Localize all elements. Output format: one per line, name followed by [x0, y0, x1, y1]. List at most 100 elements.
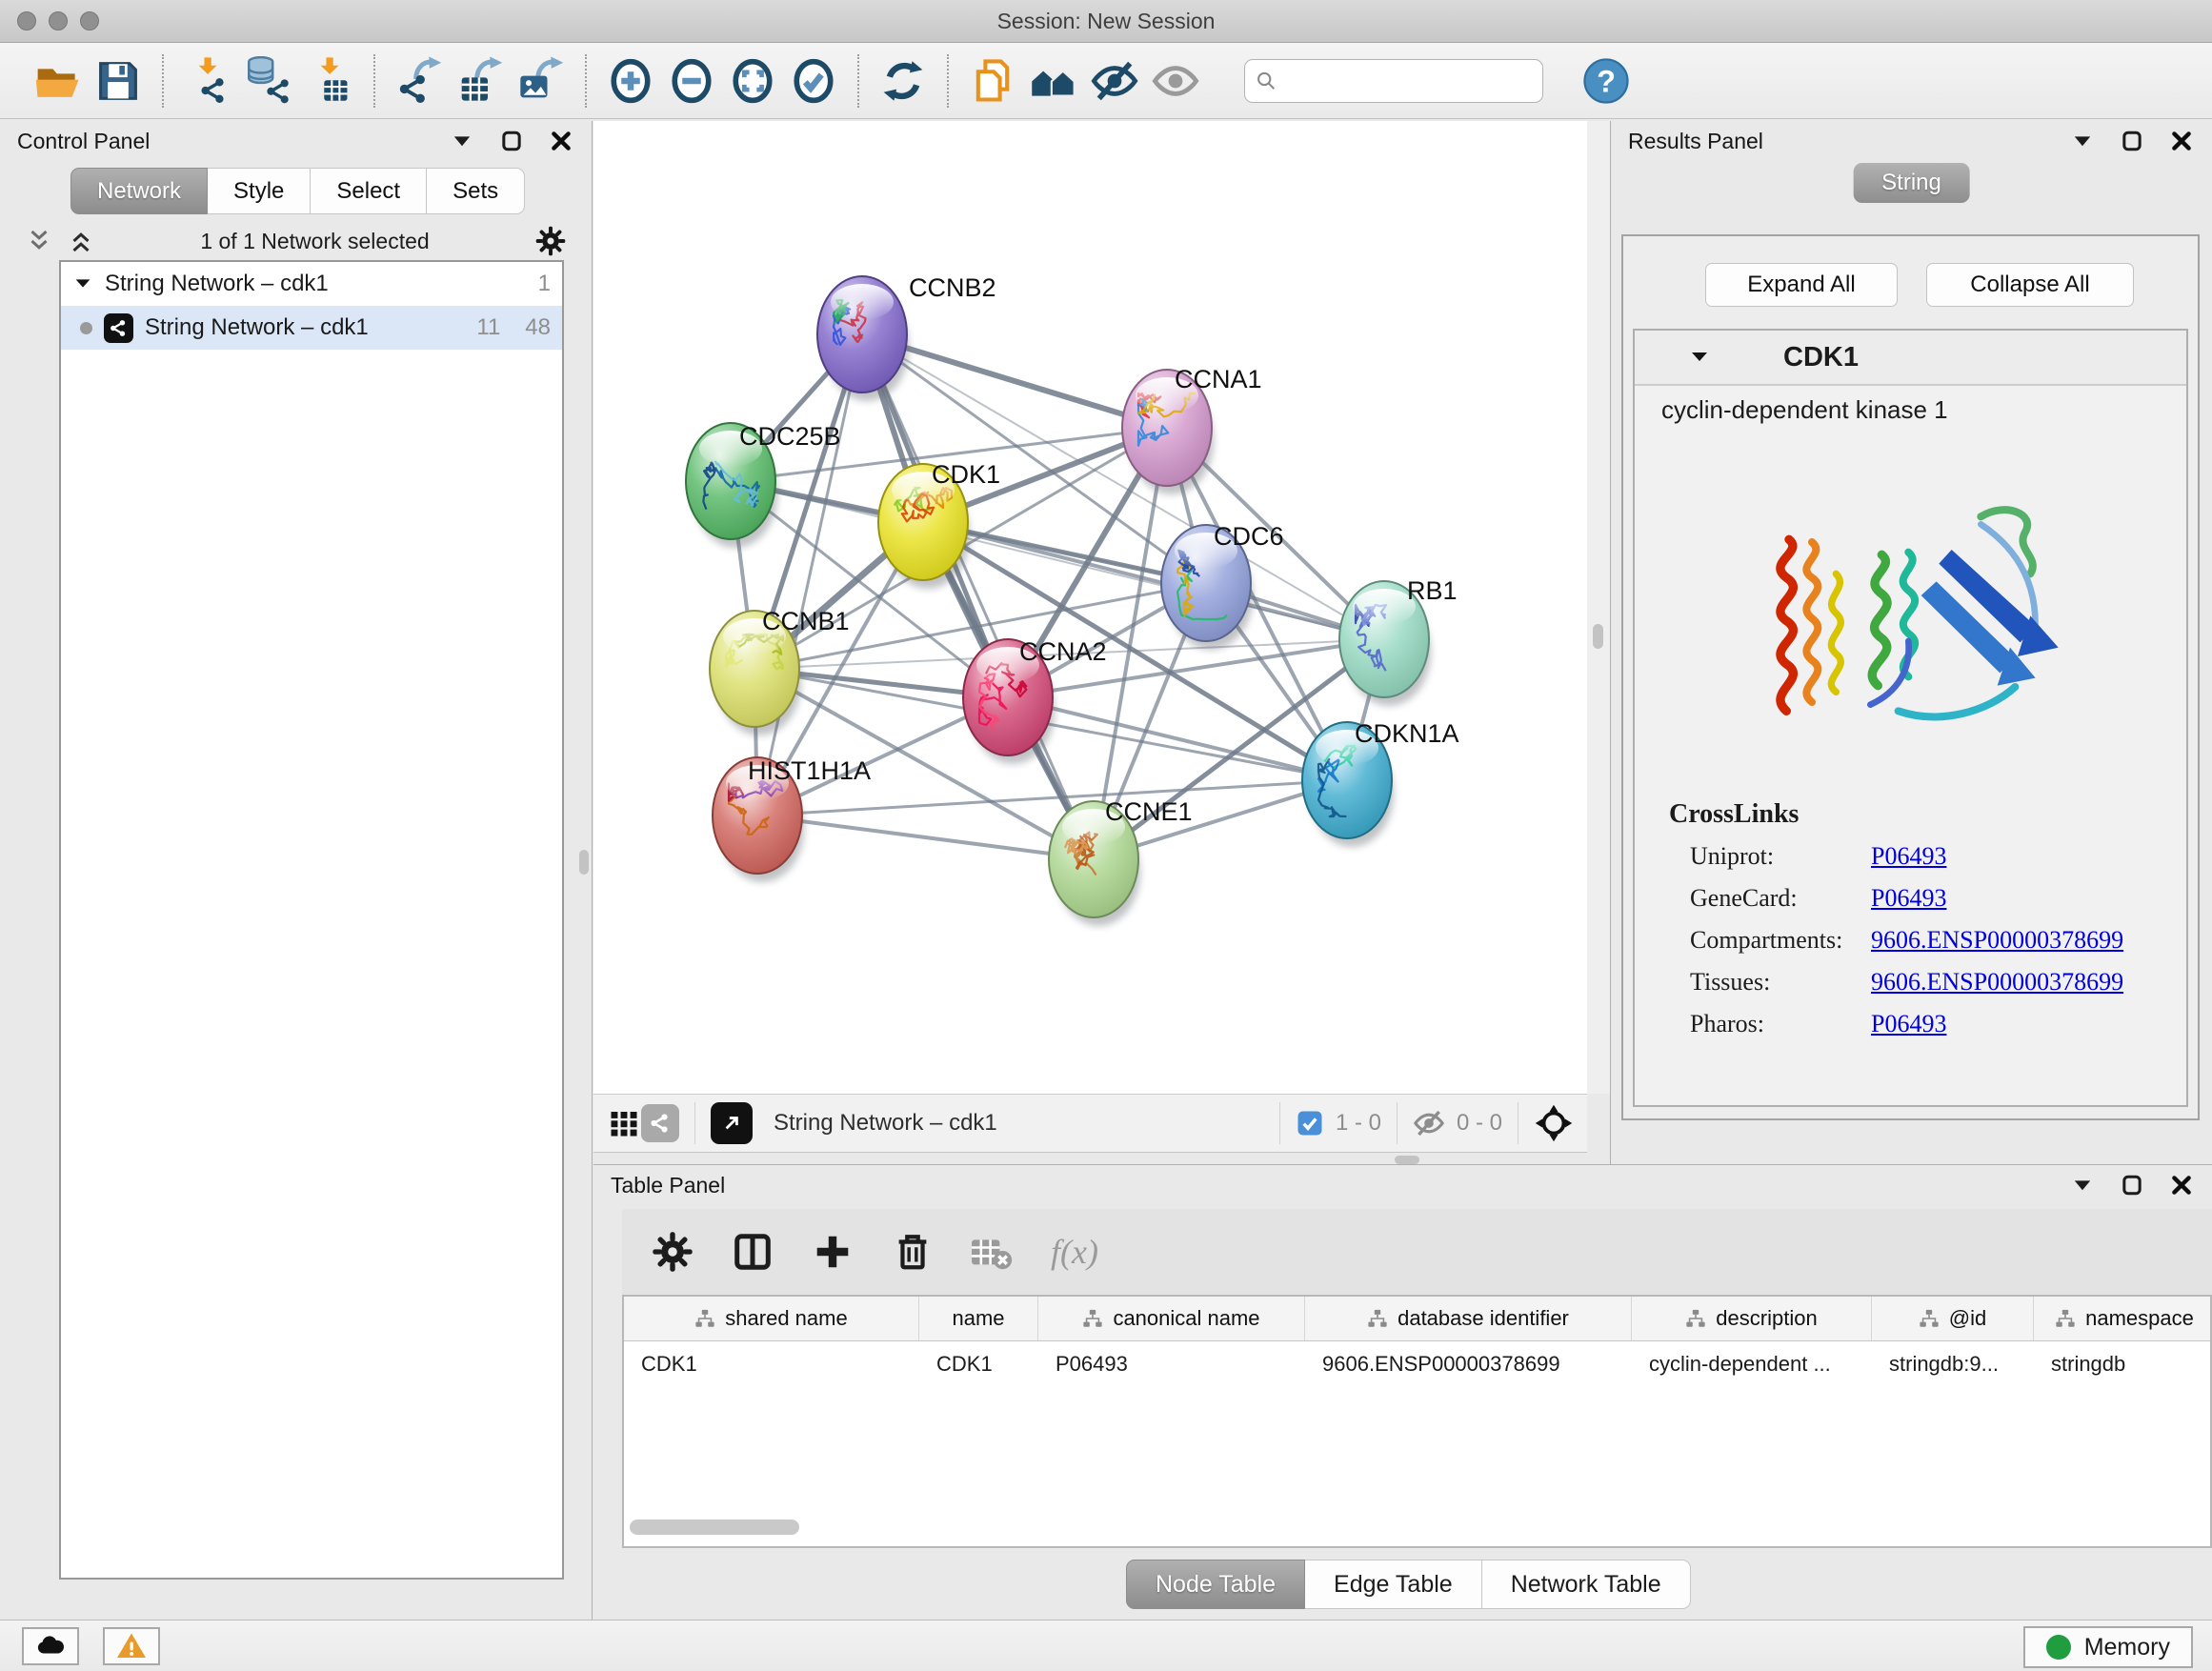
save-session-button[interactable] — [88, 50, 149, 111]
panel-menu-icon[interactable] — [2069, 1172, 2096, 1198]
import-network-file-button[interactable] — [177, 50, 238, 111]
cell-name[interactable]: CDK1 — [919, 1352, 1038, 1377]
network-edge-CCNB2-CCNE1[interactable] — [862, 334, 1094, 859]
refresh-network-button[interactable] — [873, 50, 934, 111]
tab-network[interactable]: Network — [70, 168, 208, 214]
tab-sets[interactable]: Sets — [427, 168, 525, 214]
cell-namespace[interactable]: stringdb — [2034, 1352, 2212, 1377]
help-button[interactable]: ? — [1576, 50, 1637, 111]
show-columns-icon[interactable] — [731, 1230, 774, 1274]
selected-checkbox-icon[interactable] — [1296, 1109, 1324, 1137]
protein-section-header[interactable]: CDK1 — [1635, 331, 2186, 386]
panel-splitter-handle[interactable] — [579, 850, 589, 875]
cell-id[interactable]: stringdb:9... — [1872, 1352, 2034, 1377]
memory-button[interactable]: Memory — [2023, 1626, 2193, 1668]
zoom-fit-button[interactable] — [722, 50, 783, 111]
network-node-CDC25B[interactable]: CDC25B — [686, 422, 841, 548]
close-window-button[interactable] — [17, 11, 36, 30]
panel-float-icon[interactable] — [2119, 128, 2145, 154]
expand-all-icon[interactable] — [67, 227, 95, 255]
network-node-CDKN1A[interactable]: CDKN1A — [1302, 719, 1459, 847]
window-controls[interactable] — [17, 11, 99, 30]
panel-float-icon[interactable] — [498, 128, 525, 154]
column-header-database-identifier[interactable]: database identifier — [1305, 1297, 1632, 1340]
tab-node-table[interactable]: Node Table — [1126, 1560, 1305, 1609]
network-options-gear-icon[interactable] — [534, 225, 567, 257]
show-graphics-button[interactable] — [1145, 50, 1206, 111]
column-header-canonical-name[interactable]: canonical name — [1038, 1297, 1305, 1340]
column-header-name[interactable]: name — [919, 1297, 1038, 1340]
column-header-id[interactable]: @id — [1872, 1297, 2034, 1340]
network-edge-HIST1H1A-CCNE1[interactable] — [757, 815, 1094, 859]
tab-style[interactable]: Style — [208, 168, 311, 214]
collapse-all-button[interactable]: Collapse All — [1926, 263, 2134, 307]
network-canvas[interactable]: CCNB2 CCNA1 CDC25B CDK1 CDC6 RB1 CCNB1 CCNA2 CDK… — [593, 121, 1587, 1094]
search-input[interactable] — [1286, 68, 1534, 94]
cloud-status-button[interactable] — [22, 1627, 79, 1665]
network-node-CDK1[interactable]: CDK1 — [878, 460, 1000, 589]
table-horizontal-scrollbar[interactable] — [630, 1520, 799, 1535]
tab-network-table[interactable]: Network Table — [1482, 1560, 1691, 1609]
import-table-file-button[interactable] — [299, 50, 360, 111]
add-column-icon[interactable] — [811, 1230, 855, 1274]
tab-select[interactable]: Select — [311, 168, 427, 214]
cell-shared-name[interactable]: CDK1 — [624, 1352, 919, 1377]
crosslink-compartments-link[interactable]: 9606.ENSP00000378699 — [1871, 926, 2123, 955]
minimize-window-button[interactable] — [49, 11, 68, 30]
warning-status-button[interactable] — [103, 1627, 160, 1665]
network-node-CCNB2[interactable]: CCNB2 — [817, 273, 996, 401]
open-session-button[interactable] — [27, 50, 88, 111]
welcome-screen-button[interactable] — [1023, 50, 1084, 111]
delete-column-icon[interactable] — [891, 1230, 935, 1274]
expand-all-button[interactable]: Expand All — [1705, 263, 1898, 307]
tab-edge-table[interactable]: Edge Table — [1305, 1560, 1482, 1609]
network-node-CCNA1[interactable]: CCNA1 — [1122, 365, 1262, 494]
collapse-all-icon[interactable] — [25, 227, 53, 255]
crosslink-uniprot-link[interactable]: P06493 — [1871, 842, 1946, 871]
network-node-CCNB1[interactable]: CCNB1 — [710, 607, 850, 735]
export-network-button[interactable] — [389, 50, 450, 111]
birdseye-position-icon[interactable] — [1534, 1103, 1574, 1143]
new-session-button[interactable] — [962, 50, 1023, 111]
panel-close-icon[interactable] — [2168, 128, 2195, 154]
panel-menu-icon[interactable] — [2069, 128, 2096, 154]
network-node-CDC6[interactable]: CDC6 — [1161, 522, 1284, 650]
results-splitter-handle[interactable] — [1593, 624, 1603, 649]
column-header-namespace[interactable]: namespace — [2034, 1297, 2212, 1340]
network-node-HIST1H1A[interactable]: HIST1H1A — [713, 756, 871, 882]
panel-close-icon[interactable] — [2168, 1172, 2195, 1198]
network-node-CCNA2[interactable]: CCNA2 — [963, 637, 1107, 764]
panel-menu-icon[interactable] — [449, 128, 475, 154]
network-collection-row[interactable]: String Network – cdk1 1 — [61, 262, 562, 306]
panel-close-icon[interactable] — [548, 128, 574, 154]
zoom-out-button[interactable] — [661, 50, 722, 111]
panel-float-icon[interactable] — [2119, 1172, 2145, 1198]
column-header-description[interactable]: description — [1632, 1297, 1872, 1340]
network-edge-CDK1-RB1[interactable] — [923, 522, 1384, 639]
cell-description[interactable]: cyclin-dependent ... — [1632, 1352, 1872, 1377]
cell-canonical-name[interactable]: P06493 — [1038, 1352, 1305, 1377]
zoom-in-button[interactable] — [600, 50, 661, 111]
birdseye-grid-icon[interactable] — [607, 1106, 641, 1140]
network-edge-CCNB2-HIST1H1A[interactable] — [757, 334, 862, 815]
crosslink-genecard-link[interactable]: P06493 — [1871, 884, 1946, 913]
hidden-eye-slash-icon[interactable] — [1413, 1107, 1445, 1139]
import-network-database-button[interactable] — [238, 50, 299, 111]
tree-expander-icon[interactable] — [72, 273, 93, 294]
export-image-button[interactable] — [511, 50, 572, 111]
network-row[interactable]: String Network – cdk1 11 48 — [61, 306, 562, 350]
table-row[interactable]: CDK1 CDK1 P06493 9606.ENSP00000378699 cy… — [624, 1341, 2210, 1387]
string-view-icon[interactable] — [641, 1104, 679, 1142]
crosslink-tissues-link[interactable]: 9606.ENSP00000378699 — [1871, 968, 2123, 997]
table-options-gear-icon[interactable] — [651, 1230, 694, 1274]
column-header-shared-name[interactable]: shared name — [624, 1297, 919, 1340]
section-expander-icon[interactable] — [1688, 346, 1711, 369]
network-node-RB1[interactable]: RB1 — [1339, 576, 1458, 706]
zoom-selected-button[interactable] — [783, 50, 844, 111]
toolbar-search[interactable] — [1244, 59, 1543, 103]
graphics-details-button[interactable] — [1084, 50, 1145, 111]
open-in-window-icon[interactable] — [711, 1102, 753, 1144]
table-splitter-handle[interactable] — [1395, 1156, 1419, 1164]
maximize-window-button[interactable] — [80, 11, 99, 30]
network-node-CCNE1[interactable]: CCNE1 — [1049, 797, 1193, 926]
